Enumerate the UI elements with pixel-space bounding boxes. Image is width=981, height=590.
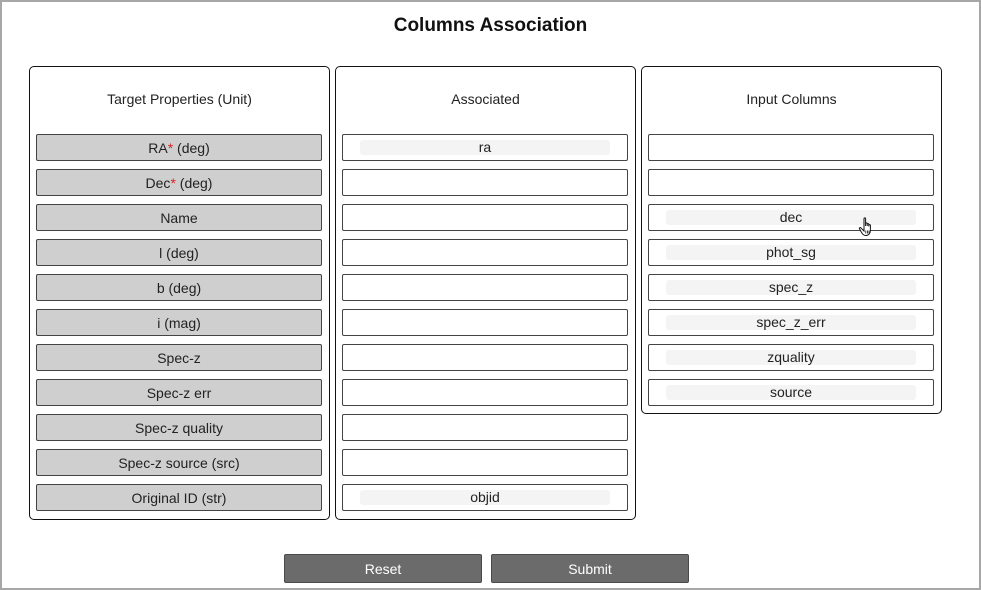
associated-slot[interactable] (342, 414, 628, 441)
target-property-label: Spec-z err (146, 384, 212, 401)
associated-slot[interactable] (342, 379, 628, 406)
target-property-dec-deg: Dec * (deg) (36, 169, 322, 196)
target-property-label: Original ID (str) (131, 489, 227, 506)
input-slot[interactable]: spec_z (648, 274, 934, 301)
input-column-chip-spec-z[interactable]: spec_z (666, 280, 916, 295)
target-property-label: Spec-z source (src) (118, 454, 240, 471)
target-property-spec-z-quality: Spec-z quality (36, 414, 322, 441)
input-slot[interactable]: zquality (648, 344, 934, 371)
target-property-unit: (deg) (173, 139, 210, 156)
target-property-label: l (deg) (159, 244, 199, 261)
target-property-ra-deg: RA * (deg) (36, 134, 322, 161)
associated-slot[interactable]: ra (342, 134, 628, 161)
target-property-label: Spec-z quality (135, 419, 223, 436)
target-property-b-deg: b (deg) (36, 274, 322, 301)
input-slot[interactable]: phot_sg (648, 239, 934, 266)
input-slot[interactable]: dec (648, 204, 934, 231)
target-property-i-mag: i (mag) (36, 309, 322, 336)
target-property-spec-z-err: Spec-z err (36, 379, 322, 406)
target-property-l-deg: l (deg) (36, 239, 322, 266)
input-columns-header: Input Columns (746, 91, 837, 107)
target-properties-panel: Target Properties (Unit) RA * (deg) Dec * (… (29, 66, 330, 520)
associated-slot[interactable] (342, 239, 628, 266)
hand-cursor-icon (858, 217, 871, 237)
input-slot[interactable] (648, 169, 934, 196)
associated-panel: Associated ra objid (335, 66, 636, 520)
target-property-label: Spec-z (157, 349, 201, 366)
associated-slot[interactable] (342, 309, 628, 336)
input-column-chip-spec-z-err[interactable]: spec_z_err (666, 315, 916, 330)
input-column-chip-source[interactable]: source (666, 385, 916, 400)
target-property-label: i (mag) (157, 314, 201, 331)
target-property-original-id-str: Original ID (str) (36, 484, 322, 511)
target-property-label: RA (148, 139, 168, 156)
associated-slot[interactable] (342, 204, 628, 231)
associated-slot[interactable] (342, 169, 628, 196)
input-columns-panel: Input Columns dec phot_sg spec_z spec_z_err… (641, 66, 942, 414)
associated-slot[interactable] (342, 274, 628, 301)
input-slot[interactable] (648, 134, 934, 161)
input-column-chip-zquality[interactable]: zquality (666, 350, 916, 365)
submit-button[interactable]: Submit (491, 554, 689, 583)
target-property-label: Dec (145, 174, 171, 191)
reset-button[interactable]: Reset (284, 554, 482, 583)
target-properties-header: Target Properties (Unit) (107, 91, 252, 107)
associated-column-chip-ra[interactable]: ra (360, 140, 610, 155)
target-property-spec-z: Spec-z (36, 344, 322, 371)
associated-slot[interactable]: objid (342, 484, 628, 511)
target-property-name: Name (36, 204, 322, 231)
input-slot[interactable]: source (648, 379, 934, 406)
associated-slot[interactable] (342, 344, 628, 371)
associated-column-chip-objid[interactable]: objid (360, 490, 610, 505)
page-title: Columns Association (393, 15, 588, 36)
associated-header: Associated (451, 91, 520, 107)
input-slot[interactable]: spec_z_err (648, 309, 934, 336)
input-column-chip-phot-sg[interactable]: phot_sg (666, 245, 916, 260)
target-property-label: Name (160, 209, 198, 226)
target-property-label: b (deg) (156, 279, 202, 296)
associated-slot[interactable] (342, 449, 628, 476)
target-property-spec-z-source-src: Spec-z source (src) (36, 449, 322, 476)
input-column-chip-dec[interactable]: dec (666, 210, 916, 225)
target-property-unit: (deg) (175, 174, 213, 191)
